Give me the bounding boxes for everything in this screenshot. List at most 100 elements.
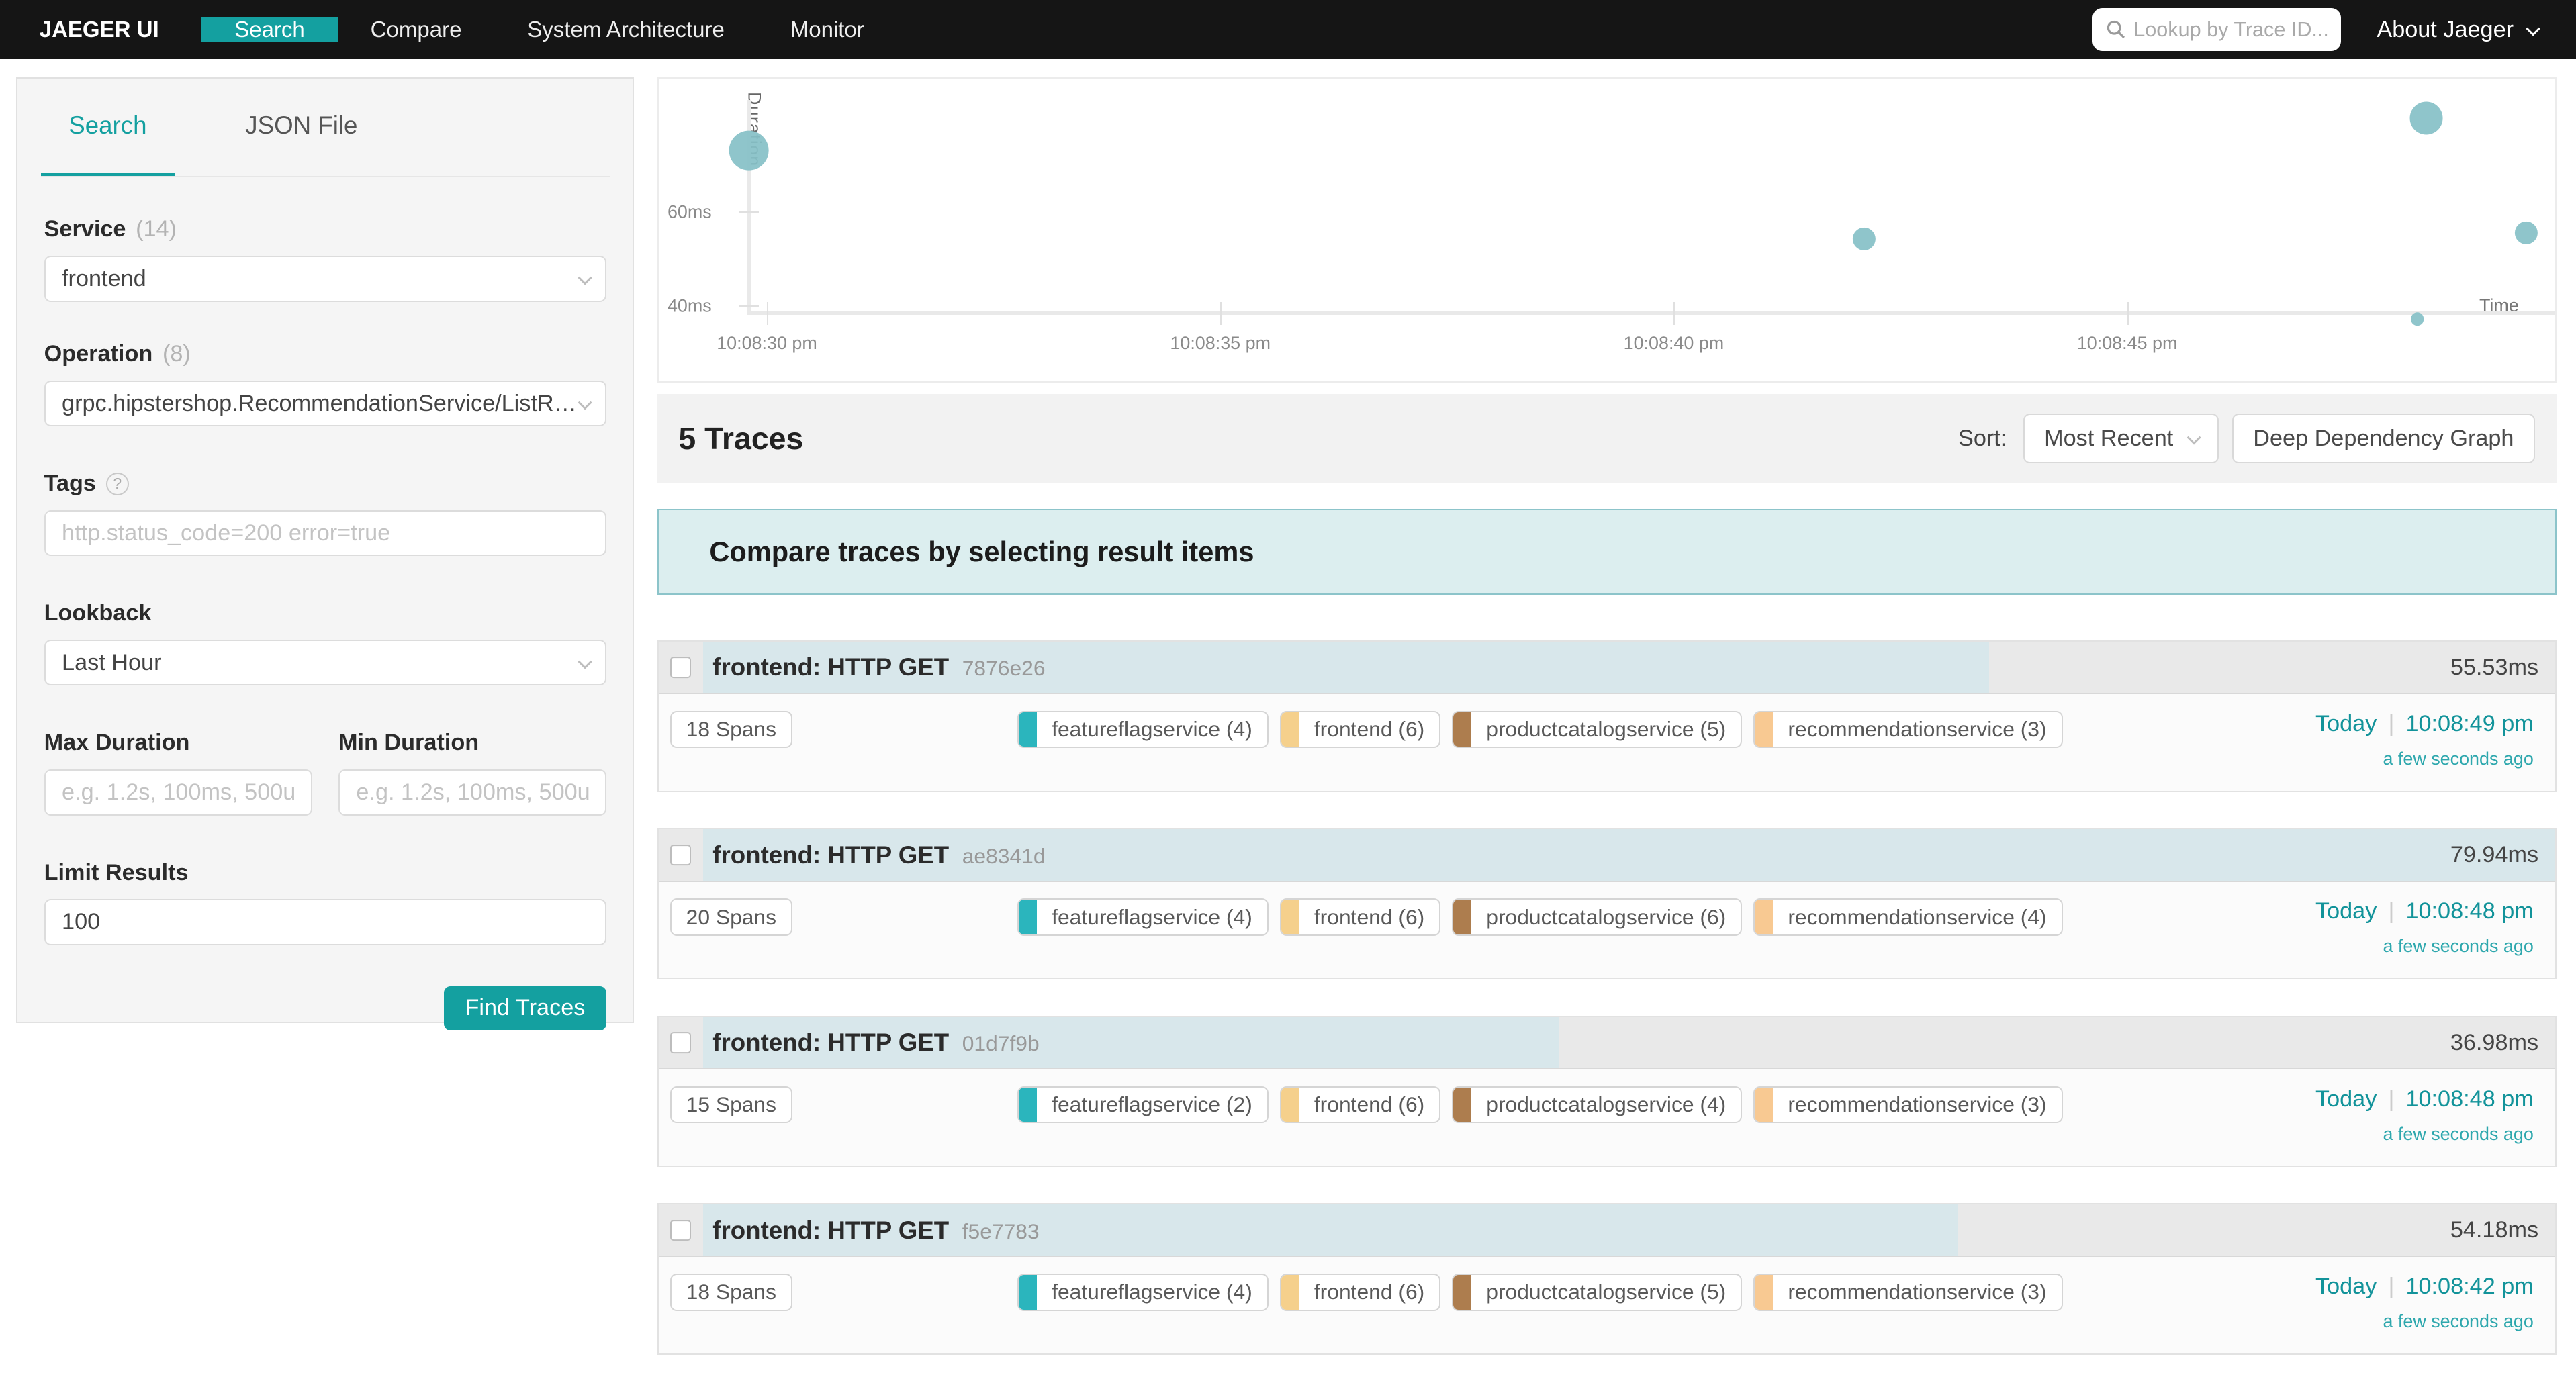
service-tag-chip[interactable]: recommendationservice (3): [1753, 1274, 2062, 1311]
chevron-down-icon: [578, 271, 592, 285]
trace-date-link[interactable]: Today: [2315, 1274, 2377, 1299]
trace-compare-checkbox[interactable]: [670, 845, 692, 866]
trace-card-body: 18 Spans featureflagservice (4) frontend …: [659, 1257, 2555, 1353]
trace-card-header[interactable]: frontend: HTTP GET7876e26 55.53ms: [659, 642, 2555, 694]
span-count-chip[interactable]: 20 Spans: [670, 898, 792, 936]
span-count-chip[interactable]: 15 Spans: [670, 1086, 792, 1124]
trace-relative-time: a few seconds ago: [2383, 1311, 2533, 1332]
lookback-label: Lookback: [44, 600, 607, 626]
trace-card-header[interactable]: frontend: HTTP GETf5e7783 54.18ms: [659, 1204, 2555, 1257]
nav-item-system-architecture[interactable]: System Architecture: [494, 17, 757, 42]
deep-dependency-graph-button[interactable]: Deep Dependency Graph: [2232, 414, 2535, 463]
service-tag-chip[interactable]: featureflagservice (2): [1017, 1086, 1269, 1124]
service-color-stripe: [1281, 712, 1299, 747]
top-nav-bar: JAEGER UI SearchCompareSystem Architectu…: [0, 0, 2576, 59]
nav-item-compare[interactable]: Compare: [338, 17, 495, 42]
span-count-chip[interactable]: 18 Spans: [670, 1274, 792, 1311]
y-axis-tick: [739, 305, 758, 307]
min-duration-input[interactable]: [356, 779, 588, 806]
max-duration-input[interactable]: [62, 779, 294, 806]
nav-item-monitor[interactable]: Monitor: [757, 17, 897, 42]
trace-time-link[interactable]: 10:08:48 pm: [2405, 1086, 2533, 1112]
trace-duration: 55.53ms: [2450, 655, 2538, 681]
service-tag-label: productcatalogservice (6): [1471, 900, 1741, 934]
trace-lookup-box[interactable]: [2092, 8, 2340, 51]
app-brand: JAEGER UI: [0, 17, 201, 42]
trace-result-card[interactable]: frontend: HTTP GET01d7f9b 36.98ms 15 Spa…: [657, 1016, 2557, 1167]
service-tag-chip[interactable]: frontend (6): [1280, 1274, 1440, 1311]
service-tag-label: featureflagservice (4): [1037, 1275, 1267, 1310]
trace-card-header[interactable]: frontend: HTTP GET01d7f9b 36.98ms: [659, 1017, 2555, 1069]
duration-scatter-chart[interactable]: Duration Time 10:08:30 pm10:08:35 pm10:0…: [657, 77, 2557, 383]
limit-results-input[interactable]: [62, 909, 589, 935]
nav-item-search[interactable]: Search: [201, 17, 337, 42]
trace-results-list: frontend: HTTP GET7876e26 55.53ms 18 Spa…: [657, 640, 2557, 1355]
trace-date-link[interactable]: Today: [2315, 898, 2377, 924]
service-tag-chip[interactable]: productcatalogservice (5): [1452, 711, 1742, 749]
lookback-select[interactable]: Last Hour: [44, 640, 607, 685]
service-color-stripe: [1755, 1275, 1773, 1310]
min-duration-wrap: [338, 769, 606, 815]
about-jaeger-menu[interactable]: About Jaeger: [2377, 17, 2536, 43]
scatter-point[interactable]: [2410, 102, 2443, 135]
trace-date-link[interactable]: Today: [2315, 1086, 2377, 1112]
scatter-point[interactable]: [2411, 313, 2424, 326]
service-tag-chip[interactable]: productcatalogservice (6): [1452, 898, 1742, 936]
tags-input[interactable]: [62, 520, 589, 546]
trace-result-card[interactable]: frontend: HTTP GET7876e26 55.53ms 18 Spa…: [657, 640, 2557, 792]
service-tag-label: recommendationservice (4): [1773, 900, 2061, 934]
service-color-stripe: [1755, 900, 1773, 934]
scatter-point[interactable]: [1853, 227, 1876, 250]
trace-result-card[interactable]: frontend: HTTP GETf5e7783 54.18ms 18 Spa…: [657, 1203, 2557, 1355]
service-tag-chip[interactable]: frontend (6): [1280, 898, 1440, 936]
service-tag-chip[interactable]: frontend (6): [1280, 711, 1440, 749]
trace-card-header[interactable]: frontend: HTTP GETae8341d 79.94ms: [659, 829, 2555, 881]
service-tag-chip[interactable]: frontend (6): [1280, 1086, 1440, 1124]
trace-result-card[interactable]: frontend: HTTP GETae8341d 79.94ms 20 Spa…: [657, 828, 2557, 979]
service-tag-chip[interactable]: productcatalogservice (5): [1452, 1274, 1742, 1311]
x-axis-tick-label: 10:08:30 pm: [717, 333, 817, 354]
service-tag-label: productcatalogservice (4): [1471, 1088, 1741, 1122]
nav-items: SearchCompareSystem ArchitectureMonitor: [201, 0, 896, 59]
service-tag-label: frontend (6): [1299, 1088, 1439, 1122]
service-color-stripe: [1019, 1088, 1037, 1122]
sort-select[interactable]: Most Recent: [2023, 414, 2219, 463]
service-tag-label: recommendationservice (3): [1773, 712, 2061, 747]
sort-label: Sort:: [1958, 426, 2007, 452]
service-tag-list: featureflagservice (2) frontend (6) produc…: [1017, 1086, 2062, 1124]
service-tag-label: featureflagservice (2): [1037, 1088, 1267, 1122]
service-tag-chip[interactable]: featureflagservice (4): [1017, 711, 1269, 749]
tags-field-wrap: [44, 510, 607, 556]
compare-banner: Compare traces by selecting result items: [657, 509, 2557, 594]
tab-search[interactable]: Search: [41, 79, 175, 176]
trace-time-link[interactable]: 10:08:49 pm: [2405, 711, 2533, 736]
service-tag-chip[interactable]: featureflagservice (4): [1017, 1274, 1269, 1311]
help-icon[interactable]: ?: [106, 473, 129, 495]
service-color-stripe: [1281, 900, 1299, 934]
service-tag-chip[interactable]: recommendationservice (3): [1753, 711, 2062, 749]
trace-date-link[interactable]: Today: [2315, 711, 2377, 736]
service-tag-chip[interactable]: featureflagservice (4): [1017, 898, 1269, 936]
service-tag-label: recommendationservice (3): [1773, 1275, 2061, 1310]
span-count-chip[interactable]: 18 Spans: [670, 711, 792, 749]
operation-select[interactable]: grpc.hipstershop.RecommendationService/L…: [44, 381, 607, 426]
find-traces-button[interactable]: Find Traces: [444, 986, 606, 1030]
trace-time-link[interactable]: 10:08:48 pm: [2405, 898, 2533, 924]
scatter-point[interactable]: [729, 131, 769, 171]
trace-compare-checkbox[interactable]: [670, 1032, 692, 1053]
tab-json-file[interactable]: JSON File: [218, 79, 385, 176]
service-tag-chip[interactable]: recommendationservice (3): [1753, 1086, 2062, 1124]
y-axis-tick-label: 40ms: [659, 295, 711, 316]
trace-compare-checkbox[interactable]: [670, 1220, 692, 1241]
scatter-point[interactable]: [2515, 221, 2538, 244]
trace-title: frontend: HTTP GET7876e26: [712, 653, 1045, 681]
lookback-select-value: Last Hour: [62, 650, 579, 676]
trace-id: 7876e26: [962, 656, 1046, 680]
service-select[interactable]: frontend: [44, 256, 607, 301]
operation-select-value: grpc.hipstershop.RecommendationService/L…: [62, 391, 579, 417]
trace-lookup-input[interactable]: [2133, 18, 2328, 42]
service-tag-chip[interactable]: recommendationservice (4): [1753, 898, 2062, 936]
service-tag-chip[interactable]: productcatalogservice (4): [1452, 1086, 1742, 1124]
trace-time-link[interactable]: 10:08:42 pm: [2405, 1274, 2533, 1299]
trace-compare-checkbox[interactable]: [670, 657, 692, 678]
